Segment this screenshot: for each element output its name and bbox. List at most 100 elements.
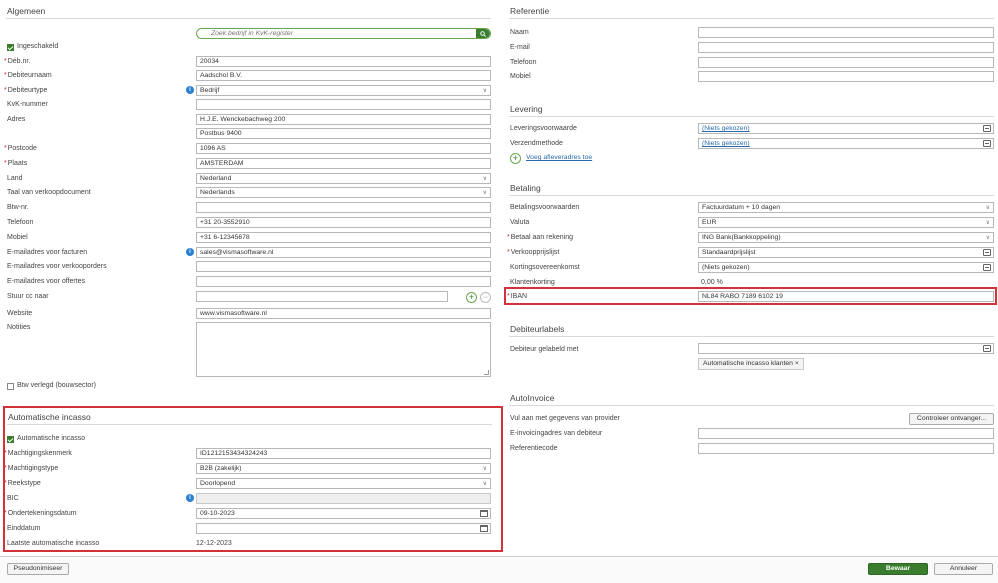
machtigingstype-select[interactable]: B2B (zakelijk) ∨ xyxy=(196,463,491,474)
ref-telefoon-field[interactable] xyxy=(698,57,994,68)
search-icon xyxy=(480,30,486,37)
calendar-icon xyxy=(480,525,488,532)
field-label-stuur-cc: Stuur cc naar xyxy=(7,293,49,300)
bewaar-button[interactable]: Bewaar xyxy=(868,563,928,575)
field-label-leveringsvoorwaarde: Leveringsvoorwaarde xyxy=(510,125,577,132)
field-label-laatste-incasso: Laatste automatische incasso xyxy=(7,540,100,547)
adres-field-2[interactable]: Postbus 9400 xyxy=(196,128,491,139)
kvk-search-field[interactable] xyxy=(196,28,491,39)
email-facturen-field[interactable]: sales@vismasoftware.nl xyxy=(196,247,491,258)
field-label-telefoon: Telefoon xyxy=(7,219,34,226)
betaal-aan-rekening-select[interactable]: ING Bank(Bankkoppeling) ∨ xyxy=(698,232,994,243)
kvk-field[interactable] xyxy=(196,99,491,110)
laatste-incasso-value: 12-12-2023 xyxy=(196,540,232,547)
field-label-vul-aan-provider: Vul aan met gegevens van provider xyxy=(510,415,620,422)
remove-tag-icon[interactable]: × xyxy=(795,360,799,367)
ref-naam-field[interactable] xyxy=(698,27,994,38)
field-label-plaats: *Plaats xyxy=(4,160,28,167)
pseudonimiseer-button[interactable]: Pseudonimiseer xyxy=(7,563,69,575)
btwnr-field[interactable] xyxy=(196,202,491,213)
postcode-field[interactable]: 1096 AS xyxy=(196,143,491,154)
land-select[interactable]: Nederland ∨ xyxy=(196,173,491,184)
label-tag: Automatische incasso klanten × xyxy=(698,358,804,370)
stuur-cc-field[interactable] xyxy=(196,291,448,302)
divider xyxy=(509,116,994,117)
field-label-ref-telefoon: Telefoon xyxy=(510,59,537,66)
kvk-search-input[interactable] xyxy=(197,29,490,38)
leveringsvoorwaarde-selector[interactable]: (Niets gekozen) xyxy=(698,123,994,134)
ingeschakeld-checkbox[interactable] xyxy=(7,44,14,51)
reekstype-select[interactable]: Doorlopend ∨ xyxy=(196,478,491,489)
chevron-down-icon: ∨ xyxy=(482,176,487,182)
search-button[interactable] xyxy=(476,29,490,38)
mobiel-field[interactable]: +31 6-12345678 xyxy=(196,232,491,243)
field-label-debiteurnaam: *Debiteurnaam xyxy=(4,72,52,79)
add-cc-button[interactable]: + xyxy=(466,292,477,303)
field-label-taal: Taal van verkoopdocument xyxy=(7,189,91,196)
betalingsvoorwaarden-select[interactable]: Factuurdatum + 10 dagen ∨ xyxy=(698,202,994,213)
lookup-icon xyxy=(983,140,991,147)
annuleer-button[interactable]: Annuleer xyxy=(934,563,993,575)
footer-bar xyxy=(0,556,998,583)
field-label-valuta: Valuta xyxy=(510,219,530,226)
e-invoicingadres-field[interactable] xyxy=(698,428,994,439)
email-verkooporders-field[interactable] xyxy=(196,261,491,272)
field-label-debiteurtype: *Debiteurtype xyxy=(4,87,48,94)
field-label-postcode: *Postcode xyxy=(4,145,37,152)
divider xyxy=(509,405,994,406)
bic-field xyxy=(196,493,491,504)
ref-mobiel-field[interactable] xyxy=(698,71,994,82)
notities-textarea[interactable] xyxy=(196,322,491,377)
field-label-bic: BIC xyxy=(7,495,19,502)
incasso-checkbox[interactable] xyxy=(7,436,14,443)
verkoopprijslijst-selector[interactable]: Standaardprijslijst xyxy=(698,247,994,258)
remove-cc-button[interactable]: − xyxy=(480,292,491,303)
chevron-down-icon: ∨ xyxy=(985,205,990,211)
field-label-mobiel: Mobiel xyxy=(7,234,28,241)
plaats-field[interactable]: AMSTERDAM xyxy=(196,158,491,169)
info-icon[interactable]: i xyxy=(186,86,194,94)
referentiecode-field[interactable] xyxy=(698,443,994,454)
info-icon[interactable]: i xyxy=(186,248,194,256)
field-label-verkoopprijslijst: *Verkoopprijslijst xyxy=(507,249,560,256)
iban-field[interactable]: NL84 RABO 7189 6102 19 xyxy=(698,291,994,302)
machtigingskenmerk-field[interactable]: ID1212153434324243 xyxy=(196,448,491,459)
field-label-adres: Adres xyxy=(7,116,26,123)
field-label-ref-mobiel: Mobiel xyxy=(510,73,531,80)
taal-select[interactable]: Nederlands ∨ xyxy=(196,187,491,198)
valuta-select[interactable]: EUR ∨ xyxy=(698,217,994,228)
debiteurnaam-field[interactable]: Aadschol B.V. xyxy=(196,70,491,81)
incasso-checkbox-label: Automatische incasso xyxy=(17,435,86,442)
debiteurtype-select[interactable]: Bedrijf ∨ xyxy=(196,85,491,96)
verzendmethode-selector[interactable]: (Niets gekozen) xyxy=(698,138,994,149)
ref-email-field[interactable] xyxy=(698,42,994,53)
debnr-field[interactable]: 20034 xyxy=(196,56,491,67)
calendar-icon xyxy=(480,510,488,517)
einddatum-field[interactable] xyxy=(196,523,491,534)
add-icon[interactable]: + xyxy=(510,153,521,164)
btw-verlegd-checkbox[interactable] xyxy=(7,383,14,390)
section-title-incasso: Automatische incasso xyxy=(8,412,91,422)
chevron-down-icon: ∨ xyxy=(482,466,487,472)
chevron-down-icon: ∨ xyxy=(482,190,487,196)
add-delivery-address-link[interactable]: Voeg afleveradres toe xyxy=(526,154,592,161)
field-label-kvk: KvK-nummer xyxy=(7,101,48,108)
divider xyxy=(509,336,994,337)
info-icon[interactable]: i xyxy=(186,494,194,502)
ondertekeningsdatum-field[interactable]: 09-10-2023 xyxy=(196,508,491,519)
website-field[interactable]: www.vismasoftware.nl xyxy=(196,308,491,319)
telefoon-field[interactable]: +31 20-3552910 xyxy=(196,217,491,228)
kortingsovereenkomst-selector[interactable]: (Niets gekozen) xyxy=(698,262,994,273)
field-label-notities: Notities xyxy=(7,324,31,331)
field-label-e-invoicingadres: E-invoicingadres van debiteur xyxy=(510,430,603,437)
field-label-debiteur-gelabeld: Debiteur gelabeld met xyxy=(510,346,579,353)
field-label-betalingsvoorwaarden: Betalingsvoorwaarden xyxy=(510,204,580,211)
email-offertes-field[interactable] xyxy=(196,276,491,287)
section-title-algemeen: Algemeen xyxy=(7,6,46,16)
field-label-kortingsovereenkomst: Kortingsovereenkomst xyxy=(510,264,580,271)
controleer-ontvanger-button[interactable]: Controleer ontvanger... xyxy=(909,413,994,425)
debiteurlabels-selector[interactable] xyxy=(698,343,994,354)
adres-field-1[interactable]: H.J.E. Wenckebachweg 200 xyxy=(196,114,491,125)
field-label-ref-naam: Naam xyxy=(510,29,529,36)
lookup-icon xyxy=(983,345,991,352)
